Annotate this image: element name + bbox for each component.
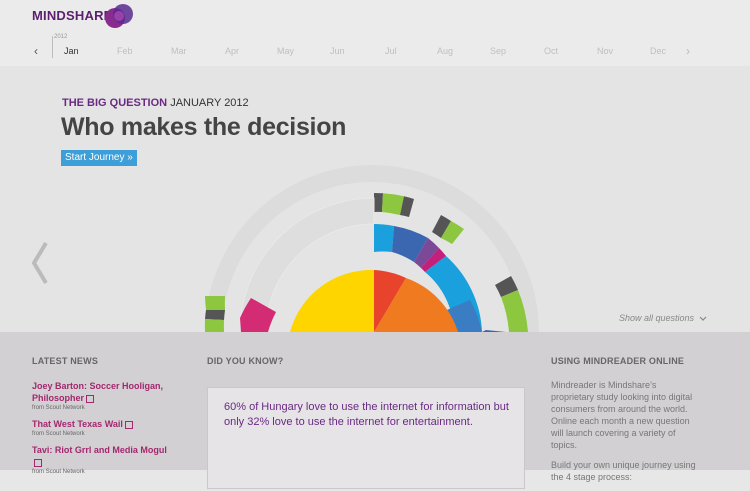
- using-mindreader-heading: USING MINDREADER ONLINE: [551, 356, 685, 366]
- hero-section: THE BIG QUESTION JANUARY 2012 Who makes …: [0, 66, 750, 332]
- month-jan[interactable]: Jan: [64, 44, 79, 58]
- chevron-down-icon: [699, 316, 706, 321]
- using-paragraph-2: Build your own unique journey using the …: [551, 460, 696, 482]
- external-link-icon: [86, 394, 95, 403]
- logo-text[interactable]: MINDSHARE: [32, 9, 113, 23]
- news-source: from Scout Network: [32, 405, 85, 411]
- external-link-icon: [34, 458, 42, 467]
- list-item[interactable]: Tavi: Riot Grrl and Media Mogul from Sco…: [32, 444, 172, 477]
- news-source: from Scout Network: [32, 469, 85, 475]
- month-nov[interactable]: Nov: [597, 44, 613, 58]
- news-list: Joey Barton: Soccer Hooligan, Philosophe…: [32, 380, 172, 482]
- month-timeline: ‹ 2012 Jan Feb Mar Apr May Jun Jul Aug S…: [32, 34, 732, 58]
- month-oct[interactable]: Oct: [544, 44, 558, 58]
- list-item[interactable]: Joey Barton: Soccer Hooligan, Philosophe…: [32, 380, 172, 413]
- month-mar[interactable]: Mar: [171, 44, 187, 58]
- big-question-label: THE BIG QUESTION: [62, 97, 168, 109]
- month-apr[interactable]: Apr: [225, 44, 239, 58]
- header: MINDSHARE ‹ 2012 Jan Feb Mar Apr May Jun…: [0, 0, 750, 67]
- show-all-label: Show all questions: [619, 313, 695, 323]
- latest-news-heading: LATEST NEWS: [32, 356, 99, 366]
- did-you-know-box: 60% of Hungary love to use the internet …: [207, 387, 525, 489]
- question-label: THE BIG QUESTION JANUARY 2012: [62, 97, 249, 109]
- news-source: from Scout Network: [32, 431, 85, 437]
- timeline-next-icon[interactable]: ›: [686, 44, 690, 58]
- month-jun[interactable]: Jun: [330, 44, 345, 58]
- mindshare-logo-icon[interactable]: [104, 2, 134, 32]
- news-title[interactable]: That West Texas Wail: [32, 418, 172, 430]
- timeline-year: 2012: [54, 34, 68, 40]
- month-sep[interactable]: Sep: [490, 44, 506, 58]
- month-feb[interactable]: Feb: [117, 44, 133, 58]
- month-aug[interactable]: Aug: [437, 44, 453, 58]
- news-title[interactable]: Joey Barton: Soccer Hooligan, Philosophe…: [32, 380, 172, 404]
- news-title[interactable]: Tavi: Riot Grrl and Media Mogul: [32, 444, 172, 468]
- info-section: LATEST NEWS Joey Barton: Soccer Hooligan…: [0, 332, 750, 489]
- start-journey-button[interactable]: Start Journey »: [61, 150, 137, 166]
- timeline-prev-icon[interactable]: ‹: [34, 44, 38, 58]
- timeline-divider: [52, 36, 53, 58]
- did-you-know-text: 60% of Hungary love to use the internet …: [224, 401, 509, 428]
- using-mindreader-text: Mindreader is Mindshare’s proprietary st…: [551, 379, 701, 491]
- using-paragraph-1: Mindreader is Mindshare’s proprietary st…: [551, 380, 693, 450]
- did-you-know-heading: DID YOU KNOW?: [207, 356, 284, 366]
- month-jul[interactable]: Jul: [385, 44, 397, 58]
- page-title: Who makes the decision: [61, 113, 347, 141]
- previous-question-icon[interactable]: [30, 241, 50, 285]
- month-dec[interactable]: Dec: [650, 44, 666, 58]
- month-may[interactable]: May: [277, 44, 294, 58]
- list-item[interactable]: That West Texas Wail from Scout Network: [32, 418, 172, 439]
- external-link-icon: [124, 420, 133, 429]
- question-date: JANUARY 2012: [170, 97, 249, 109]
- show-all-questions-link[interactable]: Show all questions: [619, 313, 707, 323]
